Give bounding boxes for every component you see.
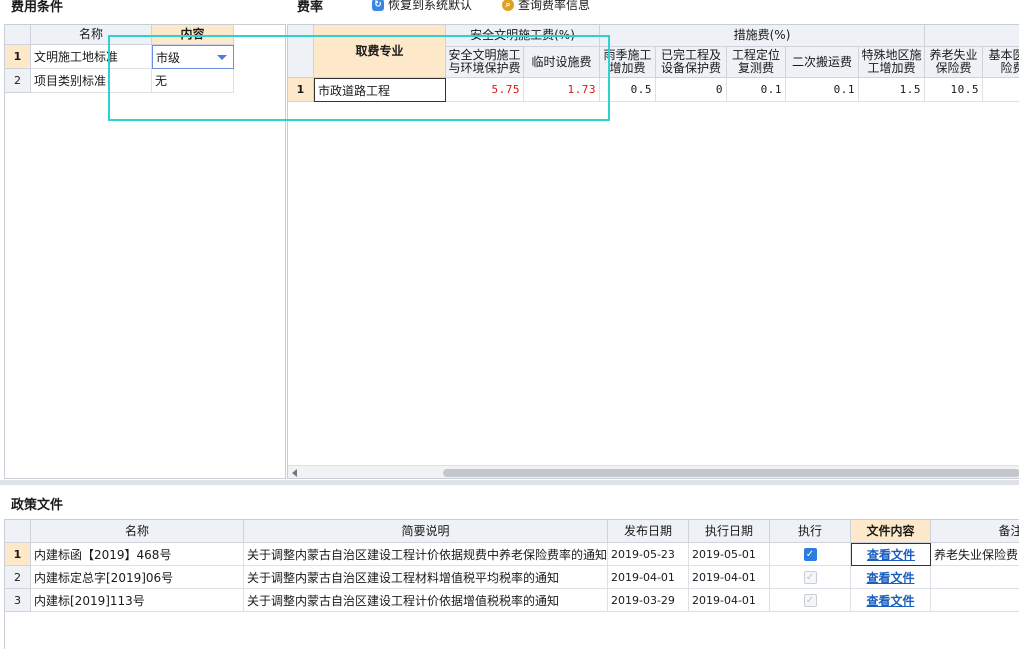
policy-desc: 关于调整内蒙古自治区建设工程计价依据增值税税率的通知 <box>244 589 608 612</box>
policy-note: 养老失业保险费 <box>931 543 1019 566</box>
policy-pub-date: 2019-05-23 <box>608 543 689 566</box>
row-number: 1 <box>288 78 314 102</box>
row-num-header <box>288 25 314 78</box>
policy-name: 内建标[2019]113号 <box>31 589 244 612</box>
policy-desc: 关于调整内蒙古自治区建设工程材料增值税平均税率的通知 <box>244 566 608 589</box>
col-header: 养老失业保险费 <box>925 47 983 78</box>
view-file-link[interactable]: 查看文件 <box>851 543 931 566</box>
major-cell[interactable]: 市政道路工程 <box>314 78 446 102</box>
row-num-header <box>5 25 31 45</box>
group-safety-header: 安全文明施工费(%) <box>446 25 600 47</box>
condition-value-select[interactable]: 市级 <box>152 45 234 69</box>
header-filler <box>925 25 1019 47</box>
policy-exec-cell: ✓ <box>770 543 851 566</box>
policy-note <box>931 566 1019 589</box>
col-header: 安全文明施工与环境保护费 <box>446 47 524 78</box>
scroll-left-arrow[interactable] <box>292 469 297 477</box>
col-header: 工程定位复测费 <box>727 47 786 78</box>
query-rate-button[interactable]: ⌕ 查询费率信息 <box>502 0 590 13</box>
policy-title: 政策文件 <box>11 498 64 513</box>
col-name-header: 名称 <box>31 25 152 45</box>
col-header: 临时设施费 <box>524 47 600 78</box>
col-content-header: 文件内容 <box>851 520 931 543</box>
col-pub-header: 发布日期 <box>608 520 689 543</box>
row-number: 1 <box>5 45 31 69</box>
restore-default-button[interactable]: ↻ 恢复到系统默认 <box>372 0 472 13</box>
refresh-icon: ↻ <box>372 0 384 11</box>
rate-value[interactable]: 0.5 <box>600 78 656 102</box>
scrollbar-thumb[interactable] <box>443 469 1019 477</box>
search-icon: ⌕ <box>502 0 514 11</box>
col-header: 二次搬运费 <box>786 47 859 78</box>
rate-value[interactable]: 0.1 <box>786 78 859 102</box>
view-file-link[interactable]: 查看文件 <box>851 589 931 612</box>
exec-checkbox[interactable]: ✓ <box>803 593 817 607</box>
col-exec-date-header: 执行日期 <box>689 520 770 543</box>
exec-checkbox[interactable]: ✓ <box>803 570 817 584</box>
fee-conditions-title: 费用条件 <box>11 0 64 15</box>
rate-value[interactable]: 0.1 <box>727 78 786 102</box>
condition-name: 项目类别标准 <box>31 69 152 93</box>
policy-exec-date: 2019-05-01 <box>689 543 770 566</box>
policy-exec-date: 2019-04-01 <box>689 566 770 589</box>
row-number: 2 <box>5 69 31 93</box>
policy-grid: 名称 简要说明 发布日期 执行日期 执行 文件内容 备注 1 内建标函【2019… <box>4 519 1019 649</box>
rates-title: 费率 <box>297 0 324 15</box>
col-content-header: 内容 <box>152 25 234 45</box>
group-measure-header: 措施费(%) <box>600 25 925 47</box>
row-num-header <box>5 520 31 543</box>
col-header: 雨季施工增加费 <box>600 47 656 78</box>
restore-default-label: 恢复到系统默认 <box>388 0 473 12</box>
policy-pub-date: 2019-03-29 <box>608 589 689 612</box>
policy-exec-cell: ✓ <box>770 566 851 589</box>
fee-conditions-grid: 名称 内容 1 文明施工地标准 市级 2 项目类别标准 无 <box>4 24 286 479</box>
col-desc-header: 简要说明 <box>244 520 608 543</box>
query-rate-label: 查询费率信息 <box>518 0 591 12</box>
view-file-link[interactable]: 查看文件 <box>851 566 931 589</box>
rate-value[interactable]: 0 <box>656 78 727 102</box>
row-number: 1 <box>5 543 31 566</box>
col-exec-header: 执行 <box>770 520 851 543</box>
policy-name: 内建标定总字[2019]06号 <box>31 566 244 589</box>
rates-grid: 取费专业 安全文明施工费(%) 措施费(%) 安全文明施工与环境保护费 临时设施… <box>287 24 1019 479</box>
policy-desc: 关于调整内蒙古自治区建设工程计价依据规费中养老保险费率的通知 <box>244 543 608 566</box>
col-name-header: 名称 <box>31 520 244 543</box>
rate-value[interactable] <box>983 78 1019 102</box>
rate-value[interactable]: 5.75 <box>446 78 524 102</box>
policy-pub-date: 2019-04-01 <box>608 566 689 589</box>
policy-exec-cell: ✓ <box>770 589 851 612</box>
policy-exec-date: 2019-04-01 <box>689 589 770 612</box>
policy-name: 内建标函【2019】468号 <box>31 543 244 566</box>
col-header: 特殊地区施工增加费 <box>859 47 925 78</box>
exec-checkbox[interactable]: ✓ <box>803 547 817 561</box>
chevron-down-icon[interactable] <box>217 55 227 60</box>
condition-name: 文明施工地标准 <box>31 45 152 69</box>
rate-value[interactable]: 1.73 <box>524 78 600 102</box>
rate-value[interactable]: 10.5 <box>925 78 983 102</box>
row-number: 2 <box>5 566 31 589</box>
col-major-header: 取费专业 <box>314 25 446 78</box>
horizontal-scrollbar[interactable] <box>288 465 1019 478</box>
condition-value[interactable]: 无 <box>152 69 234 93</box>
col-header: 已完工程及设备保护费 <box>656 47 727 78</box>
rate-value[interactable]: 1.5 <box>859 78 925 102</box>
panel-splitter[interactable] <box>0 480 1019 485</box>
col-note-header: 备注 <box>931 520 1019 543</box>
condition-value: 市级 <box>156 50 181 65</box>
col-header: 基本医保险费 <box>983 47 1019 78</box>
policy-note <box>931 589 1019 612</box>
row-number: 3 <box>5 589 31 612</box>
